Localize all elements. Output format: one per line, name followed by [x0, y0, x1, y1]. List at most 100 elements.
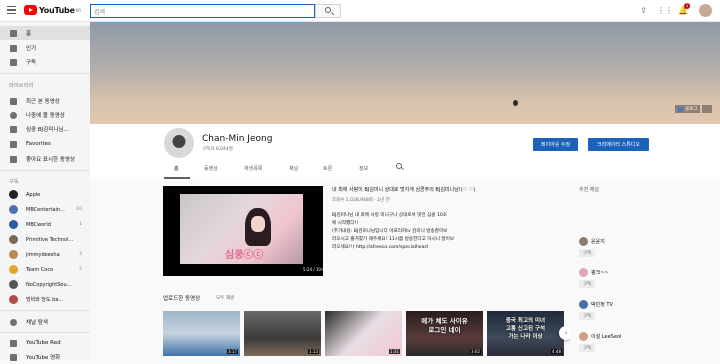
thumbnail-overlay-text: 중국 최고의 미녀 고통 신고된 구석 가는 나라 이상 [505, 318, 546, 340]
avatar [579, 268, 588, 277]
sidebar-item-label: 최근 본 동영상 [26, 99, 60, 105]
related-channels-title: 추천 채널 [579, 187, 599, 193]
history-icon [10, 97, 17, 105]
film-icon [10, 353, 17, 361]
tab-videos[interactable]: 동영상 [204, 165, 218, 172]
video-thumbnail[interactable]: 3:17 [163, 311, 240, 356]
related-channel[interactable]: 핑크~~ 구독 [579, 268, 699, 294]
sub-name: 빙비와 당도 ba... [26, 297, 64, 303]
sub-item[interactable]: Apple [0, 188, 90, 201]
sub-name: Primitive Technol... [26, 236, 74, 243]
description-link[interactable]: 러오세요!!) http://afreeca.com/specialheart [332, 244, 497, 252]
youtube-logo[interactable]: YouTube KR [24, 5, 81, 15]
banner-link[interactable]: 블로그 [675, 105, 701, 113]
sidebar-item-liked[interactable]: 좋아요 표시한 동영상 [0, 152, 90, 166]
subscribe-button[interactable]: 구독 [579, 249, 596, 257]
sub-item[interactable]: jimmydeesha 3 [0, 248, 90, 261]
divider [0, 73, 90, 74]
channel-banner [90, 22, 720, 124]
video-frame: 심쿵ⓒⓒ [180, 194, 303, 264]
play-all-link[interactable]: 모두 재생 [216, 295, 234, 301]
channel-search-icon[interactable] [396, 163, 402, 169]
blog-icon [678, 106, 683, 112]
menu-icon[interactable] [7, 6, 16, 14]
sidebar-item-favorites[interactable]: Favorites [0, 137, 90, 151]
subscribe-button[interactable]: 구독 [579, 280, 596, 288]
sidebar-item-youtube-red[interactable]: YouTube Red [0, 336, 90, 350]
banner-extra-link[interactable] [702, 105, 712, 113]
home-icon [10, 29, 17, 37]
avatar [9, 295, 18, 304]
avatar [9, 190, 18, 199]
subscribe-button[interactable]: 구독 [579, 312, 596, 320]
sidebar-item-history[interactable]: 최근 본 동영상 [0, 94, 90, 108]
related-channel-name[interactable]: 윤윤지 [591, 238, 605, 245]
upload-icon[interactable]: ⇪ [639, 6, 648, 15]
related-channel[interactable]: 이설 LeeSeol 구독 [579, 332, 699, 358]
featured-video-title[interactable]: 내 최애 사랑이 BJ김미니 상대로 멋지게 심쿵주의 BJ김미니님!(♡ ♡) [332, 186, 475, 193]
sidebar-item-movies[interactable]: YouTube 영화 [0, 350, 90, 364]
search-button[interactable] [315, 4, 341, 18]
related-channel-name[interactable]: 이설 LeeSeol [591, 333, 621, 340]
tab-playlists[interactable]: 재생목록 [244, 165, 262, 172]
account-avatar[interactable] [699, 4, 712, 17]
sub-name: NoCopyrightSou... [26, 281, 72, 288]
related-channel-name[interactable]: 핑크~~ [591, 269, 609, 276]
sub-item[interactable]: Primitive Technol... [0, 233, 90, 246]
avatar [9, 250, 18, 259]
tab-discussion[interactable]: 토론 [323, 165, 332, 172]
featured-video-player[interactable]: 심쿵ⓒⓒ [163, 186, 323, 276]
yt-red-icon [10, 339, 17, 347]
playlist-icon [10, 140, 17, 148]
tab-about[interactable]: 정보 [359, 165, 368, 172]
sub-item[interactable]: MBCworld 1 [0, 218, 90, 231]
video-duration: 1:13 [308, 349, 319, 354]
sidebar-item-label: 좋아요 표시한 동영상 [26, 157, 76, 163]
apps-grid-icon[interactable]: ⋮⋮ [657, 6, 673, 15]
tab-channels[interactable]: 채널 [289, 165, 298, 172]
video-thumbnail[interactable]: 메가 체도 사이유 로그인 네이 3:02 [406, 311, 483, 356]
avatar [579, 237, 588, 246]
tab-home[interactable]: 홈 [174, 165, 179, 172]
library-section-title: 라이브러리 [9, 83, 34, 89]
video-subject [245, 208, 271, 246]
sub-item[interactable]: NoCopyrightSou... [0, 278, 90, 291]
description-line: 에 시작했다!! [332, 221, 359, 226]
sidebar-item-watch-later[interactable]: 나중에 볼 동영상 [0, 108, 90, 122]
sub-item[interactable]: Team Coco 2 [0, 263, 90, 276]
video-thumbnail[interactable]: 중국 최고의 미녀 고통 신고된 구석 가는 나라 이상 4:48 [487, 311, 564, 356]
search-input[interactable]: 검색 [90, 4, 315, 18]
sidebar-item-browse-channels[interactable]: 채널 탐색 [0, 315, 90, 329]
sidebar-item-home[interactable]: 홈 [0, 26, 90, 40]
subscribe-button[interactable]: 구독 [579, 344, 596, 352]
avatar [9, 265, 18, 274]
video-duration: 1:31 [389, 349, 400, 354]
video-time: 5:24 / 10:08 [303, 267, 328, 272]
play-logo-icon [24, 5, 37, 15]
notification-badge: 1 [684, 3, 690, 9]
video-thumbnail[interactable]: 1:13 [244, 311, 321, 356]
customize-channel-button[interactable]: 레이아웃 수정 [533, 138, 578, 151]
related-channel[interactable]: 박민정 TV 구독 [579, 300, 699, 326]
video-duration: 3:17 [227, 349, 238, 354]
divider [0, 170, 90, 171]
featured-video-meta: 조회수 1,028,948회 · 1년 전 [332, 198, 390, 203]
related-channel-name[interactable]: 박민정 TV [591, 301, 613, 308]
creator-studio-button[interactable]: 크리에이터 스튜디오 [588, 138, 649, 151]
sidebar-item-playlist[interactable]: 심쿵 BJ김미니님... [0, 122, 90, 136]
video-thumbnail[interactable]: 1:31 [325, 311, 402, 356]
sidebar-item-trending[interactable]: 인기 [0, 41, 90, 55]
related-channel[interactable]: 윤윤지 구독 [579, 237, 699, 263]
sidebar-item-subscriptions[interactable]: 구독 [0, 55, 90, 69]
channel-avatar[interactable] [164, 128, 194, 158]
uploads-section-title: 업로드한 동영상 [163, 296, 201, 302]
subscriptions-icon [10, 58, 17, 66]
avatar [9, 220, 18, 229]
video-caption: 심쿵ⓒⓒ [225, 250, 264, 261]
sub-item[interactable]: MBCentertain... 10 [0, 203, 90, 216]
sub-item[interactable]: 빙비와 당도 ba... [0, 293, 90, 306]
sub-name: Apple [26, 191, 41, 198]
player-controls[interactable] [163, 266, 323, 276]
fire-icon [10, 44, 17, 52]
sidebar-item-label: YouTube 영화 [26, 355, 61, 361]
